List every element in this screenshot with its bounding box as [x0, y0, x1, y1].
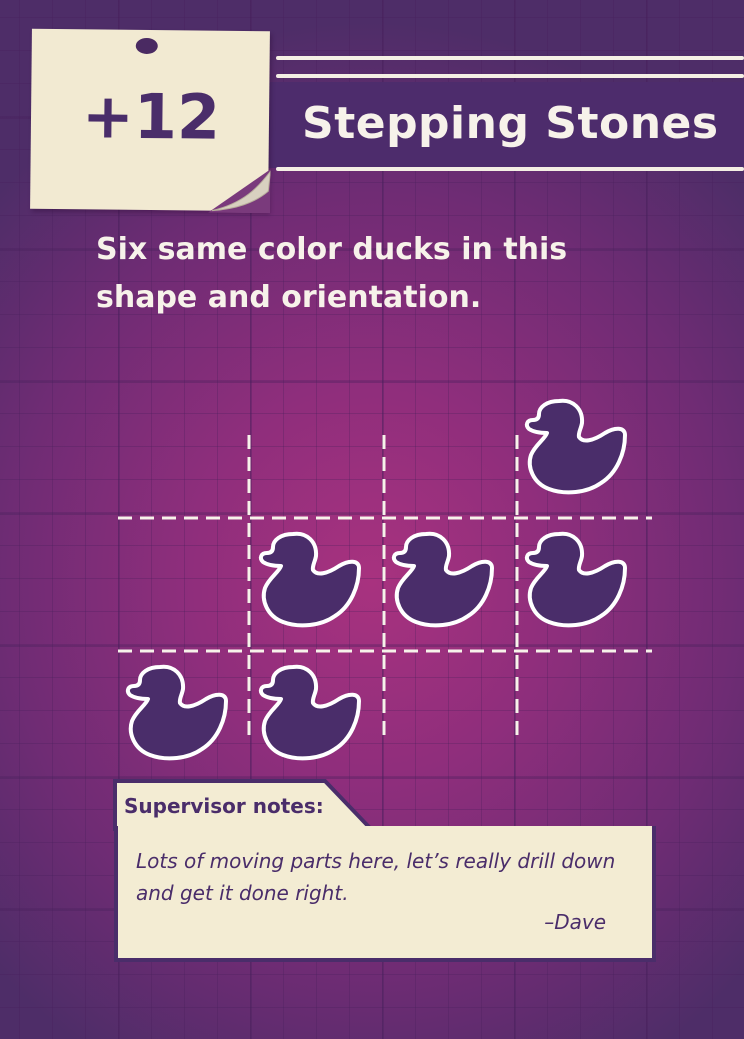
duck-icon [258, 531, 361, 628]
duck-icon [258, 664, 361, 761]
supervisor-note-text: Lots of moving parts here, let’s really … [136, 849, 616, 905]
duck-icon [391, 531, 494, 628]
supervisor-signature: –Dave [544, 910, 606, 934]
duck-icon [524, 531, 627, 628]
supervisor-label: Supervisor notes: [124, 794, 324, 818]
duck-icon [125, 664, 228, 761]
duck-icon [524, 398, 627, 495]
